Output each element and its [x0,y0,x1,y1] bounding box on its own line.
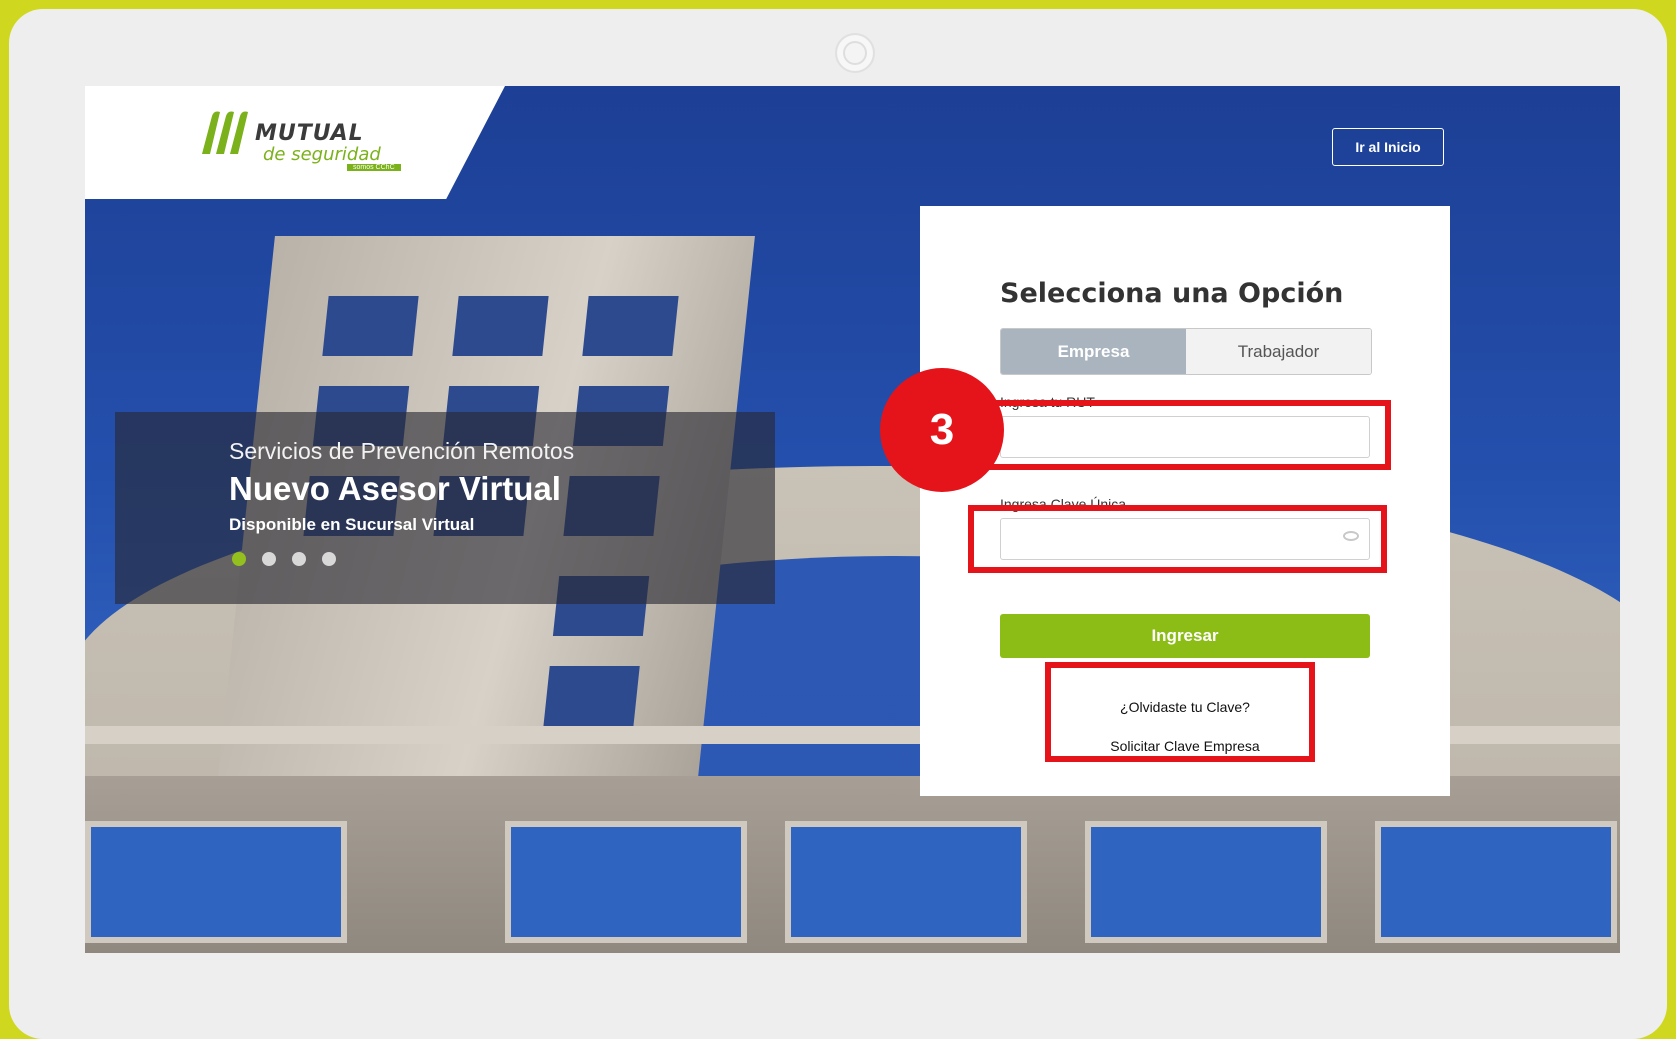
banner-subtitle: Disponible en Sucursal Virtual [229,515,475,534]
banner-line1: Servicios de Prevención Remotos [229,438,575,464]
carousel-dot-3[interactable] [292,552,306,566]
carousel-dot-1[interactable] [232,552,246,566]
screen: MUTUAL de seguridad somos CChC Ir al Ini… [85,86,1620,953]
tab-trabajador[interactable]: Trabajador [1186,329,1371,374]
carousel-dot-2[interactable] [262,552,276,566]
logo-area[interactable]: MUTUAL de seguridad somos CChC [85,86,505,199]
camera-icon [835,33,875,73]
window [785,821,1027,943]
login-title: Selecciona una Opción [1000,278,1344,309]
window [1375,821,1617,943]
logo-name: MUTUAL [255,121,364,146]
carousel-dot-4[interactable] [322,552,336,566]
home-button[interactable]: Ir al Inicio [1332,128,1444,166]
promo-banner: Servicios de Prevención Remotos Nuevo As… [115,412,775,604]
highlight-clave [968,505,1387,573]
mutual-logo-icon [202,111,248,154]
ingresar-button[interactable]: Ingresar [1000,614,1370,658]
banner-headline: Nuevo Asesor Virtual [229,470,561,507]
highlight-rut [982,400,1391,470]
window [85,821,347,943]
tablet-frame: MUTUAL de seguridad somos CChC Ir al Ini… [9,9,1667,1039]
carousel-dots [232,552,336,566]
window [1085,821,1327,943]
step-badge: 3 [880,368,1004,492]
highlight-links [1045,662,1315,762]
user-type-toggle: Empresa Trabajador [1000,328,1372,375]
tab-empresa[interactable]: Empresa [1001,329,1186,374]
logo-tagline: de seguridad [263,144,381,165]
window [505,821,747,943]
logo-sub: somos CChC [347,164,401,171]
